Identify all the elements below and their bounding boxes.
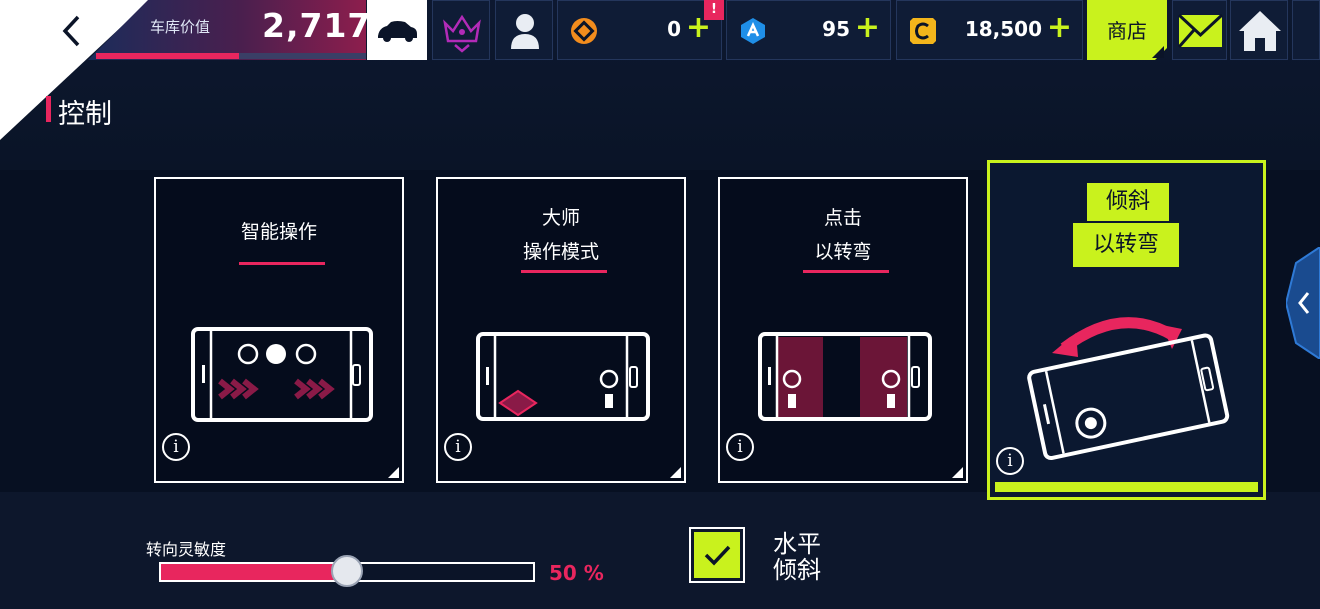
control-card-smart[interactable]: 智能操作 i: [154, 177, 404, 483]
phone-smart-illustration: [191, 327, 373, 422]
phone-tilt-illustration: [1027, 317, 1230, 461]
garage-value-label: 车库价值: [150, 18, 211, 36]
info-button[interactable]: i: [726, 433, 754, 461]
phone-master-illustration: [476, 332, 650, 421]
card-corner-mark: [670, 467, 681, 478]
credits-icon: [910, 18, 936, 44]
chevron-left-icon: [62, 15, 80, 47]
crown-icon: [443, 14, 481, 53]
car-icon: [378, 21, 417, 42]
side-drawer-tab[interactable]: [1286, 247, 1320, 359]
horizontal-tilt-label-line2: 倾斜: [773, 556, 821, 584]
info-button[interactable]: i: [444, 433, 472, 461]
card-corner-mark: [952, 467, 963, 478]
home-icon: [1239, 11, 1281, 51]
control-card-master[interactable]: 大师 操作模式 i: [436, 177, 686, 483]
blueprint-icon: [741, 18, 765, 44]
card-corner-mark: [388, 467, 399, 478]
slider-handle[interactable]: [331, 555, 363, 587]
slider-fill: [161, 564, 347, 580]
horizontal-tilt-label-line1: 水平: [773, 530, 821, 558]
currency-tokens[interactable]: 0 +: [557, 0, 722, 60]
token-icon: [571, 18, 597, 44]
steering-sensitivity-value: 50 %: [549, 561, 604, 585]
mail-button[interactable]: [1172, 0, 1227, 60]
phone-tap-illustration: [758, 332, 932, 421]
selected-indicator-bar: [995, 482, 1258, 492]
shop-corner-mark: [1152, 46, 1164, 58]
back-button[interactable]: [20, 0, 110, 60]
home-button[interactable]: [1230, 0, 1288, 60]
blueprint-amount: 95: [822, 17, 850, 41]
info-button[interactable]: i: [996, 447, 1024, 475]
checkbox-fill: [694, 532, 740, 578]
garage-car-button[interactable]: [367, 0, 427, 60]
currency-blueprints[interactable]: 95 +: [726, 0, 891, 60]
league-button[interactable]: [432, 0, 490, 60]
page-title: 控制: [58, 99, 112, 130]
horizontal-tilt-checkbox[interactable]: [689, 527, 745, 583]
control-card-tilt[interactable]: 倾斜 以转弯 i: [987, 160, 1266, 500]
token-amount: 0: [667, 17, 681, 41]
info-button[interactable]: i: [162, 433, 190, 461]
add-credits-button[interactable]: +: [1047, 11, 1072, 45]
garage-progress-fill: [96, 53, 239, 59]
topbar-edge: [1292, 0, 1320, 60]
add-blueprints-button[interactable]: +: [855, 11, 880, 45]
horizontal-tilt-label: 水平 倾斜: [773, 531, 853, 583]
profile-button[interactable]: [495, 0, 553, 60]
currency-credits[interactable]: 18,500 +: [896, 0, 1083, 60]
mail-icon: [1177, 13, 1224, 48]
steering-sensitivity-label: 转向灵敏度: [146, 540, 227, 559]
notification-badge: !: [704, 0, 724, 20]
section-marker: [46, 96, 51, 122]
garage-value: 2,717: [262, 6, 372, 45]
control-card-tap[interactable]: 点击 以转弯 i: [718, 177, 968, 483]
credits-amount: 18,500: [964, 17, 1042, 41]
avatar-icon: [511, 14, 539, 49]
checkmark-icon: [704, 545, 731, 566]
